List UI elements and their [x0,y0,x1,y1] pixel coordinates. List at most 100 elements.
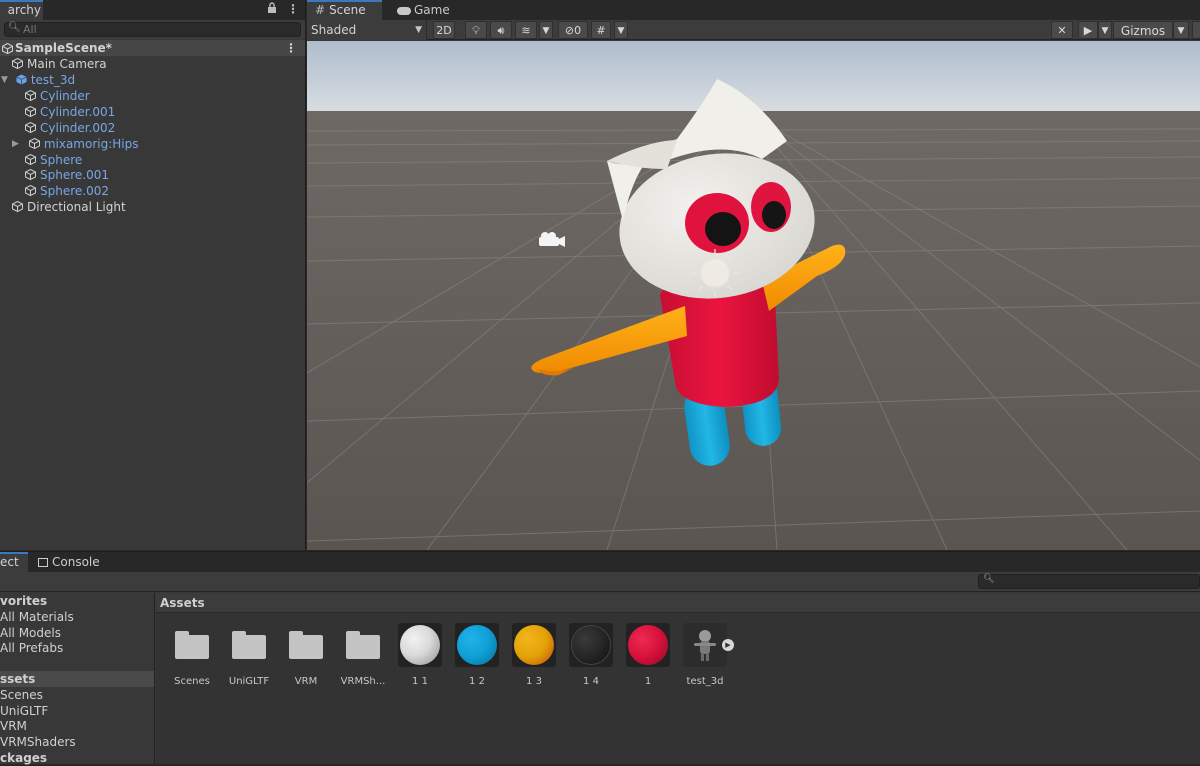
eye-slash-icon: ⊘ [564,24,575,37]
shading-mode-label: Shaded [311,23,357,37]
chevron-down-icon: ▼ [1177,26,1185,36]
folder-label: VRMShaders [0,735,76,749]
scene-tabbar: # Scene Game [307,0,1200,20]
assets-header[interactable]: ssets [0,671,154,687]
effects-dropdown[interactable]: ▼ [539,21,553,39]
asset-label: 1 1 [412,676,428,687]
asset-material-1-3[interactable]: 1 3 [506,623,562,687]
hierarchy-item-mixamorig-hips[interactable]: ▶ mixamorig:Hips [12,136,139,152]
asset-label: VRMSh... [340,676,386,687]
material-sphere-icon [457,625,497,665]
grid-dropdown[interactable]: ▼ [614,21,628,39]
tab-hierarchy[interactable]: archy [0,0,43,20]
hierarchy-panel: archy ⋮ 🔍︎ SampleScene* ⋮ Main Camera ▼ … [0,0,306,550]
camera-dropdown[interactable]: ▼ [1098,21,1112,39]
scene-root-row[interactable]: SampleScene* ⋮ [0,40,305,56]
tab-console[interactable]: Console [38,552,100,572]
lock-icon[interactable] [267,2,277,17]
chevron-down-icon: ▼ [542,26,550,36]
scene-search-field[interactable] [1192,21,1200,39]
hierarchy-item-sphere-002[interactable]: Sphere.002 [25,183,109,199]
favorites-header[interactable]: vorites [0,593,47,609]
folder-scenes[interactable]: Scenes [0,687,43,703]
character-model-icon [694,630,716,661]
hierarchy-item-directional-light[interactable]: Directional Light [12,199,126,215]
gizmos-button[interactable]: Gizmos [1113,21,1173,39]
gizmos-dropdown[interactable]: ▼ [1173,21,1189,39]
model-thumbnail: ▶ [683,623,734,667]
asset-folder-unigltf[interactable]: UniGLTF [221,623,277,687]
camera-icon: ▶ [1083,24,1093,37]
packages-header[interactable]: ckages [0,750,47,766]
project-tabbar: ect Console [0,552,1200,572]
folder-vrmshaders[interactable]: VRMShaders [0,734,76,750]
asset-label: UniGLTF [228,676,270,687]
hierarchy-item-test-3d[interactable]: ▼ test_3d [0,72,75,88]
expand-arrow-down-icon[interactable]: ▼ [1,72,8,88]
asset-label: 1 2 [469,676,485,687]
kebab-menu-icon[interactable]: ⋮ [287,2,299,17]
expand-arrow-right-icon[interactable]: ▶ [12,136,19,152]
audio-toggle-button[interactable]: 🔊︎ [490,21,512,39]
tab-game-label: Game [414,3,450,17]
favorites-header-label: vorites [0,594,48,608]
camera-settings-button[interactable]: ▶ [1078,21,1098,39]
favorite-all-models[interactable]: All Models [0,625,61,641]
hierarchy-item-sphere-001[interactable]: Sphere.001 [25,167,109,183]
scene-menu-icon[interactable]: ⋮ [285,40,297,56]
asset-label: 1 3 [526,676,542,687]
grid-toggle-button[interactable]: # [591,21,611,39]
project-asset-area: Assets Scenes UniGLTF VRM VRMSh... 1 1 1… [156,593,1200,764]
hierarchy-item-main-camera[interactable]: Main Camera [12,56,107,72]
tab-hierarchy-label: archy [7,3,41,17]
tools-button[interactable]: ✕ [1051,21,1073,39]
folder-vrm[interactable]: VRM [0,718,27,734]
asset-material-1[interactable]: 1 [620,623,676,687]
breadcrumb: Assets [156,593,1200,613]
hierarchy-item-cylinder-002[interactable]: Cylinder.002 [25,120,115,136]
tab-project[interactable]: ect [0,552,28,572]
hidden-objects-toggle[interactable]: ⊘0 [558,21,588,39]
hierarchy-item-label: Sphere [40,153,83,167]
search-icon: 🔍︎ [8,22,21,33]
hierarchy-tab-tools: ⋮ [267,2,299,17]
favorite-all-prefabs[interactable]: All Prefabs [0,640,63,656]
asset-material-1-2[interactable]: 1 2 [449,623,505,687]
breadcrumb-assets[interactable]: Assets [160,596,205,610]
asset-folder-vrm[interactable]: VRM [278,623,334,687]
tab-project-label: ect [0,555,19,569]
folder-label: UniGLTF [0,704,49,718]
effects-toggle-button[interactable]: ≋ [515,21,537,39]
wrench-cross-icon: ✕ [1057,24,1067,37]
hierarchy-search-input[interactable] [23,23,303,36]
project-search-field[interactable]: 🔍︎ [978,574,1200,589]
chevron-down-icon: ▼ [415,25,422,35]
toggle-2d-button[interactable]: 2D [433,21,455,39]
lighting-toggle-button[interactable]: 💡︎ [465,21,487,39]
tab-scene-label: Scene [329,3,366,17]
gameobject-cube-icon [25,169,36,180]
speaker-icon: 🔊︎ [497,24,505,37]
expand-play-icon[interactable]: ▶ [722,639,734,651]
scene-viewport[interactable] [307,41,1200,550]
search-icon: 🔍︎ [983,574,995,584]
asset-folder-vrmshaders[interactable]: VRMSh... [335,623,391,687]
scene-panel: # Scene Game Shaded ▼ 2D 💡︎ 🔊︎ ≋ ▼ ⊘0 # ▼… [307,0,1200,550]
hierarchy-item-label: Directional Light [27,200,126,214]
hierarchy-item-cylinder-001[interactable]: Cylinder.001 [25,104,115,120]
tab-scene[interactable]: # Scene [307,0,382,20]
folder-unigltf[interactable]: UniGLTF [0,703,48,719]
hierarchy-item-sphere[interactable]: Sphere [25,152,82,168]
favorite-all-materials[interactable]: All Materials [0,609,74,625]
asset-material-1-4[interactable]: 1 4 [563,623,619,687]
hierarchy-item-cylinder[interactable]: Cylinder [25,88,90,104]
asset-material-1-1[interactable]: 1 1 [392,623,448,687]
hierarchy-item-label: Cylinder [40,89,90,103]
hierarchy-search-bar: 🔍︎ [0,20,305,39]
tab-game[interactable]: Game [389,0,450,20]
hierarchy-tabbar: archy ⋮ [0,0,305,20]
asset-model-test-3d[interactable]: ▶ test_3d [677,623,734,687]
prefab-cube-icon [16,74,27,85]
shading-mode-dropdown[interactable]: Shaded ▼ [307,20,427,40]
asset-folder-scenes[interactable]: Scenes [164,623,220,687]
